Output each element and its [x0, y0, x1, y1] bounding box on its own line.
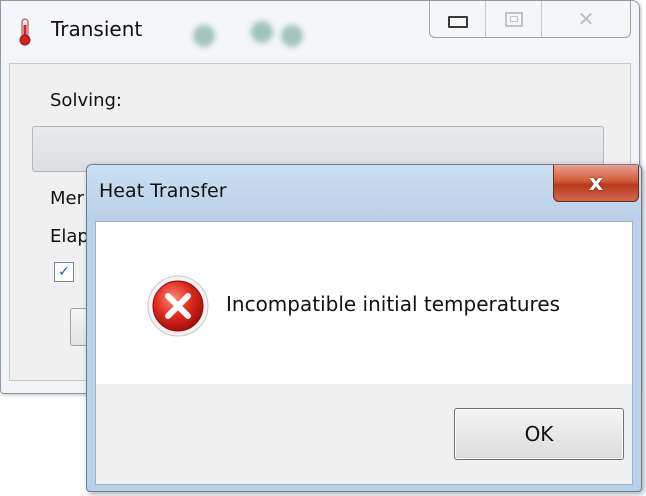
error-message: Incompatible initial temperatures — [226, 292, 561, 316]
dialog-message-area: Incompatible initial temperatures — [96, 222, 632, 384]
close-button[interactable]: ✕ — [542, 1, 630, 37]
close-icon: x — [588, 170, 604, 196]
maximize-icon — [504, 11, 523, 27]
window-controls: ✕ — [429, 1, 631, 38]
transient-titlebar[interactable]: Transient ✕ — [1, 1, 639, 59]
thermometer-icon — [19, 18, 31, 46]
maximize-button[interactable] — [486, 1, 542, 37]
blurred-background-icon — [281, 25, 303, 47]
minimize-icon — [447, 16, 468, 28]
blurred-background-icon — [251, 21, 273, 43]
blurred-background-icon — [193, 25, 215, 47]
option-checkbox[interactable]: ✓ — [54, 262, 74, 282]
elapsed-label: Elap — [50, 226, 89, 247]
heat-transfer-dialog: Heat Transfer x Incompatible initial tem… — [86, 164, 642, 492]
error-icon — [147, 275, 209, 337]
close-icon: ✕ — [577, 7, 595, 31]
window-title: Transient — [51, 17, 143, 41]
dialog-client-area: Incompatible initial temperatures OK — [95, 221, 633, 485]
screen: Transient ✕ Solving: Mer Elap ✓ Heat Tra… — [0, 0, 646, 496]
ok-button[interactable]: OK — [454, 408, 624, 460]
checkmark-icon: ✓ — [58, 264, 70, 280]
memory-label: Mer — [50, 188, 85, 209]
dialog-title: Heat Transfer — [99, 180, 227, 202]
dialog-close-button[interactable]: x — [553, 165, 639, 202]
dialog-titlebar[interactable]: Heat Transfer x — [87, 165, 641, 221]
minimize-button[interactable] — [430, 1, 486, 37]
solving-label: Solving: — [50, 90, 122, 111]
